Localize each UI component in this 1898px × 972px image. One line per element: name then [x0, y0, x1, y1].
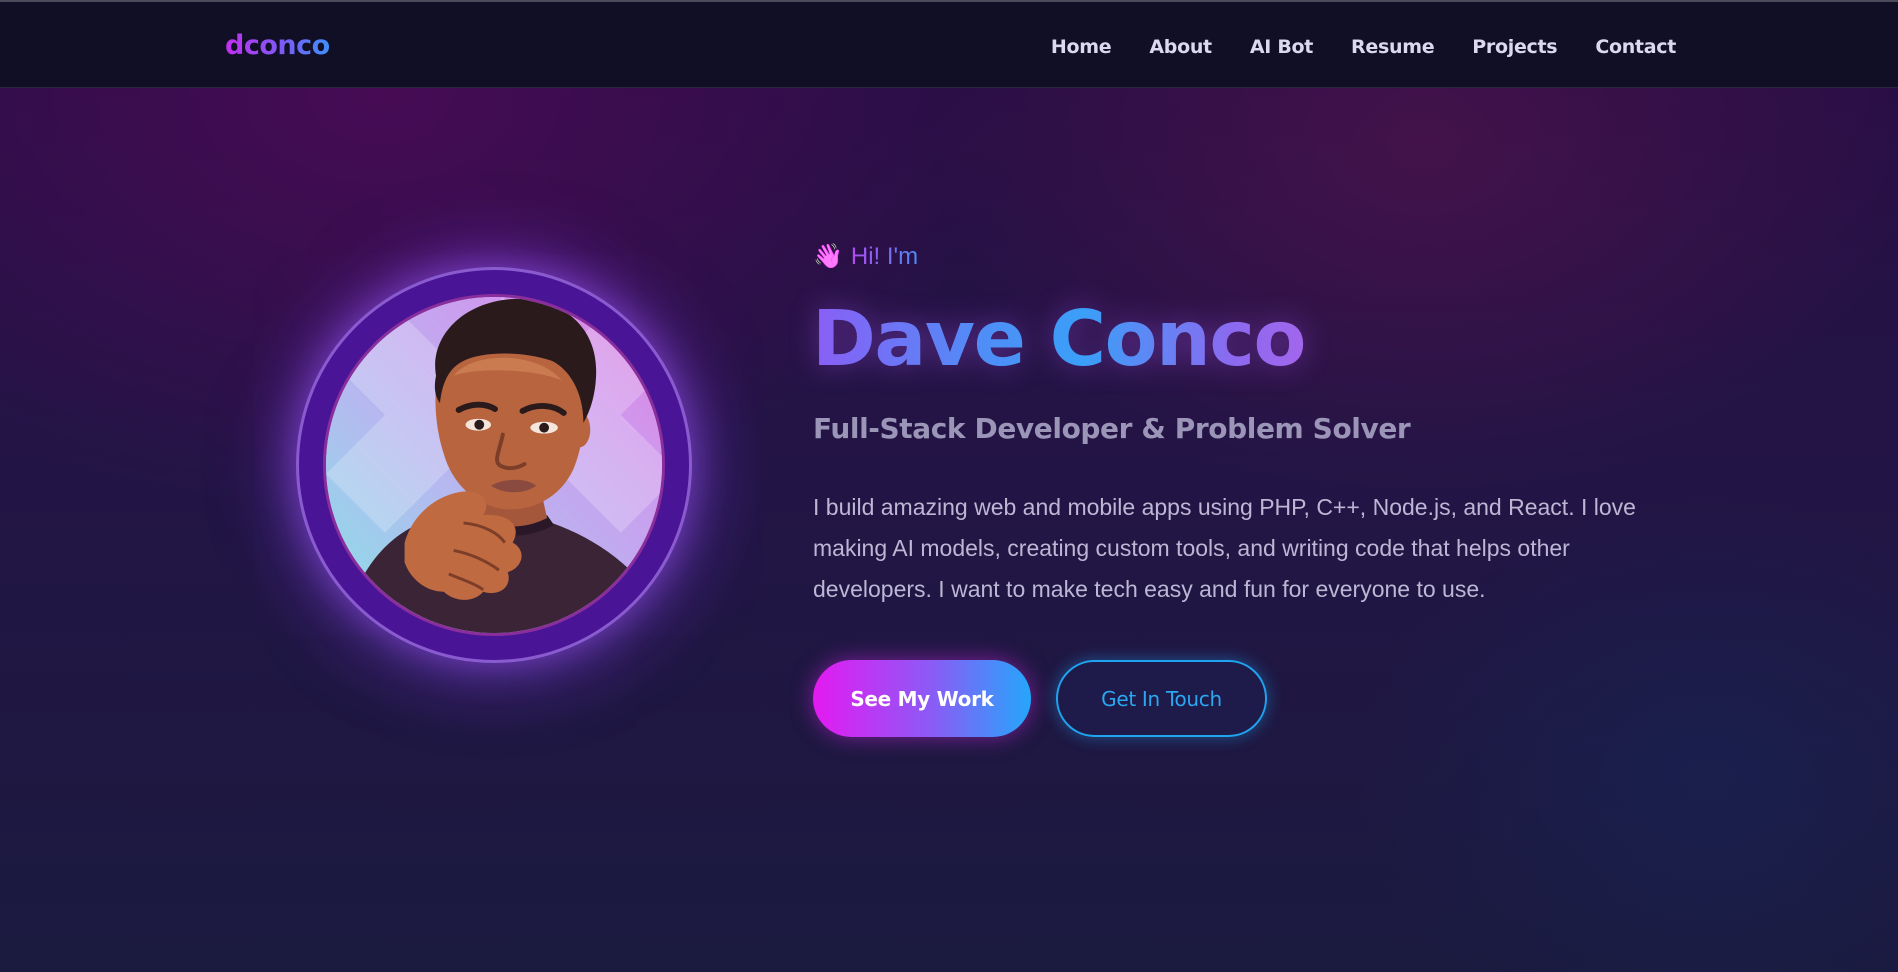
nav-link-ai-bot[interactable]: AI Bot — [1250, 36, 1314, 58]
site-logo[interactable]: dconco — [225, 30, 330, 61]
get-in-touch-button[interactable]: Get In Touch — [1056, 660, 1267, 737]
avatar — [323, 294, 665, 636]
hero-description: I build amazing web and mobile apps usin… — [813, 494, 1636, 602]
hero-subtitle: Full-Stack Developer & Problem Solver — [813, 412, 1411, 445]
greeting: 👋 Hi! I'm — [813, 243, 918, 271]
nav-link-about[interactable]: About — [1149, 36, 1212, 58]
hero-name: Dave Conco — [812, 295, 1306, 384]
greeting-text: Hi! I'm — [850, 243, 919, 270]
nav-link-resume[interactable]: Resume — [1351, 36, 1435, 58]
nav-link-contact[interactable]: Contact — [1595, 36, 1676, 58]
nav-links: Home About AI Bot Resume Projects Contac… — [1051, 36, 1676, 58]
nav-link-projects[interactable]: Projects — [1472, 36, 1557, 58]
nav-link-home[interactable]: Home — [1051, 36, 1112, 58]
waving-hand-icon: 👋 — [813, 243, 843, 270]
avatar-frame — [296, 267, 692, 663]
navbar: dconco Home About AI Bot Resume Projects… — [0, 2, 1898, 88]
avatar-illustration — [326, 297, 662, 633]
see-my-work-button[interactable]: See My Work — [813, 660, 1031, 737]
